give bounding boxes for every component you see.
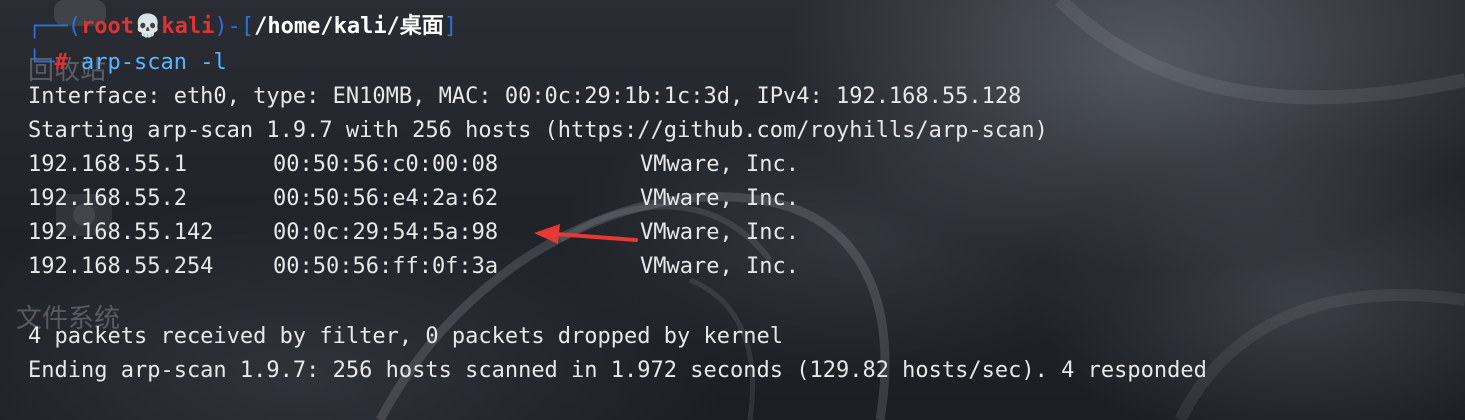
starting-line: Starting arp-scan 1.9.7 with 256 hosts (… [28,118,1048,143]
prompt-user: root [80,14,134,39]
host-vendor: VMware, Inc. [640,254,799,279]
prompt-hash: # [54,50,68,75]
host-row-highlighted: 192.168.55.142 00:0c:29:54:5a:98 VMware,… [28,216,1028,250]
host-ip: 192.168.55.142 [28,220,214,245]
prompt-path: /home/kali/桌面 [254,14,444,39]
host-vendor: VMware, Inc. [640,220,799,245]
prompt-frame-mid: )-[ [214,14,255,39]
prompt-frame-close: ] [443,14,458,39]
host-mac: 00:0c:29:54:5a:98 [273,220,499,245]
command-line[interactable]: └─# arp-scan -l [28,46,227,80]
host-row: 192.168.55.2 00:50:56:e4:2a:62 VMware, I… [28,182,1028,216]
packets-line: 4 packets received by filter, 0 packets … [28,324,783,349]
host-ip: 192.168.55.1 [28,152,187,177]
host-row: 192.168.55.1 00:50:56:c0:00:08 VMware, I… [28,148,1028,182]
annotation-arrow-icon [534,224,638,244]
command-text[interactable]: arp-scan -l [68,50,227,75]
skull-icon: 💀 [133,14,162,39]
host-vendor: VMware, Inc. [640,186,799,211]
terminal-window[interactable]: 回收站 文件系统 ┌──(root💀kali)-[/home/kali/桌面] … [0,0,1465,420]
prompt-line: ┌──(root💀kali)-[/home/kali/桌面] [28,10,457,44]
host-vendor: VMware, Inc. [640,152,799,177]
prompt-frame-corner: └─ [28,50,55,75]
prompt-frame-open: ┌──( [28,14,81,39]
prompt-host: kali [161,14,215,39]
host-ip: 192.168.55.2 [28,186,187,211]
host-mac: 00:50:56:e4:2a:62 [273,186,499,211]
host-row: 192.168.55.254 00:50:56:ff:0f:3a VMware,… [28,250,1028,284]
host-mac: 00:50:56:ff:0f:3a [273,254,499,279]
interface-line: Interface: eth0, type: EN10MB, MAC: 00:0… [28,84,1022,109]
host-ip: 192.168.55.254 [28,254,214,279]
host-mac: 00:50:56:c0:00:08 [273,152,499,177]
ending-line: Ending arp-scan 1.9.7: 256 hosts scanned… [28,358,1207,383]
